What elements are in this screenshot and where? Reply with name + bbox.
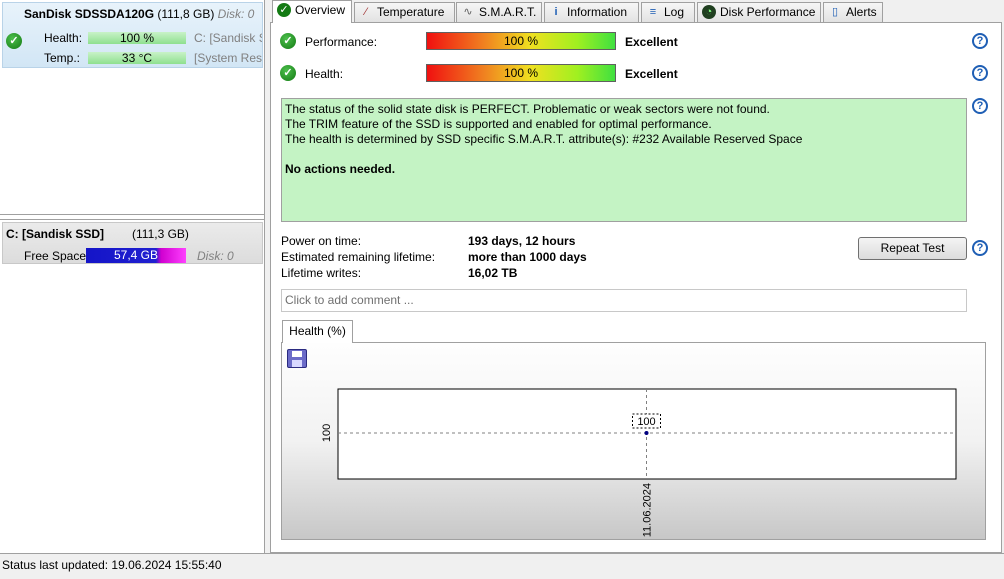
data-label: 100	[637, 416, 655, 428]
status-action: No actions needed.	[285, 162, 396, 176]
tab-label: Information	[567, 5, 628, 19]
check-icon: ✓	[6, 33, 22, 49]
smart-icon: ∿	[463, 6, 473, 18]
lifetime-value: more than 1000 days	[468, 250, 587, 264]
status-message-box: The status of the solid state disk is PE…	[281, 98, 967, 222]
disk-partition-c: C: [Sandisk SS	[194, 31, 262, 45]
info-icon: i	[554, 6, 558, 18]
disk-health-bar: 100 %	[88, 32, 186, 44]
overview-panel: ✓ Performance: 100 % Excellent ? ✓ Healt…	[270, 22, 1002, 553]
tab-label: Overview	[295, 3, 346, 17]
partition-list: C: [Sandisk SSD] (111,3 GB) Free Space 5…	[0, 219, 265, 553]
tab-temperature[interactable]: ⁄ Temperature	[354, 2, 455, 22]
writes-label: Lifetime writes:	[281, 266, 362, 280]
partition-size: (111,3 GB)	[132, 227, 189, 241]
status-line: The status of the solid state disk is PE…	[285, 102, 770, 116]
health-chart: 100 100 11.06.2024	[321, 388, 957, 537]
left-pane: SanDisk SDSSDA120G (111,8 GB) Disk: 0 ✓ …	[0, 0, 265, 553]
tab-information[interactable]: i Information	[544, 2, 639, 22]
performance-rating: Excellent	[625, 35, 678, 49]
thermometer-icon: ⁄	[365, 6, 367, 18]
disk-title: SanDisk SDSSDA120G (111,8 GB) Disk: 0	[24, 7, 254, 21]
free-space-bar: 57,4 GB	[86, 248, 186, 263]
repeat-test-button[interactable]: Repeat Test	[858, 237, 967, 260]
status-last-updated: Status last updated: 19.06.2024 15:55:40	[2, 558, 222, 572]
partition-disk-index: Disk: 0	[197, 249, 234, 263]
health-bar: 100 %	[426, 64, 616, 82]
tab-health-chart[interactable]: Health (%)	[282, 320, 353, 343]
performance-label: Performance:	[305, 35, 378, 49]
status-line: The TRIM feature of the SSD is supported…	[285, 117, 712, 131]
disk-partition-system: [System Rese	[194, 51, 263, 65]
disk-temp-label: Temp.:	[44, 51, 81, 65]
tab-bar: ✓ Overview ⁄ Temperature ∿ S.M.A.R.T. i …	[270, 0, 1004, 23]
tab-alerts[interactable]: ▯ Alerts	[823, 2, 883, 22]
performance-bar: 100 %	[426, 32, 616, 50]
power-on-value: 193 days, 12 hours	[468, 234, 576, 248]
tab-disk-performance[interactable]: ◔ Disk Performance	[697, 2, 821, 22]
data-point	[644, 431, 649, 435]
free-space-label: Free Space	[24, 249, 87, 263]
writes-value: 16,02 TB	[468, 266, 518, 280]
alerts-icon: ▯	[831, 6, 839, 18]
status-bar: Status last updated: 19.06.2024 15:55:40	[0, 553, 1004, 579]
status-line: The health is determined by SSD specific…	[285, 132, 803, 146]
power-on-label: Power on time:	[281, 234, 362, 248]
disk-card[interactable]: SanDisk SDSSDA120G (111,8 GB) Disk: 0 ✓ …	[2, 2, 263, 68]
disk-list: SanDisk SDSSDA120G (111,8 GB) Disk: 0 ✓ …	[0, 0, 265, 215]
tab-overview[interactable]: ✓ Overview	[272, 0, 352, 23]
y-tick-label: 100	[321, 424, 333, 442]
help-icon[interactable]: ?	[972, 240, 988, 256]
tab-label: Log	[664, 5, 685, 19]
check-icon: ✓	[277, 3, 291, 17]
partition-name: C: [Sandisk SSD]	[6, 227, 105, 241]
log-icon: ≡	[649, 6, 657, 18]
comment-input[interactable]: Click to add comment ...	[281, 289, 967, 312]
health-rating: Excellent	[625, 67, 678, 81]
partition-card[interactable]: C: [Sandisk SSD] (111,3 GB) Free Space 5…	[2, 222, 263, 264]
check-icon: ✓	[280, 33, 296, 49]
tab-log[interactable]: ≡ Log	[641, 2, 695, 22]
disk-size: (111,8 GB)	[157, 7, 215, 21]
disk-temp-bar: 33 °C	[88, 52, 186, 64]
tab-smart[interactable]: ∿ S.M.A.R.T.	[456, 2, 542, 22]
disk-index: Disk: 0	[217, 7, 255, 21]
disk-name: SanDisk SDSSDA120G	[24, 7, 155, 21]
disk-health-label: Health:	[44, 31, 83, 45]
help-icon[interactable]: ?	[972, 65, 988, 81]
tab-label: Alerts	[846, 5, 877, 19]
gauge-icon: ◔	[702, 5, 716, 19]
health-label: Health:	[305, 67, 344, 81]
x-tick-label: 11.06.2024	[642, 483, 654, 537]
right-pane: ✓ Overview ⁄ Temperature ∿ S.M.A.R.T. i …	[270, 0, 1004, 553]
tab-label: S.M.A.R.T.	[479, 5, 537, 19]
tab-label: Disk Performance	[720, 5, 816, 19]
help-icon[interactable]: ?	[972, 98, 988, 114]
help-icon[interactable]: ?	[972, 33, 988, 49]
tab-label: Temperature	[377, 5, 445, 19]
health-chart-panel: 100 100 11.06.2024	[281, 342, 986, 540]
lifetime-label: Estimated remaining lifetime:	[281, 250, 436, 264]
check-icon: ✓	[280, 65, 296, 81]
